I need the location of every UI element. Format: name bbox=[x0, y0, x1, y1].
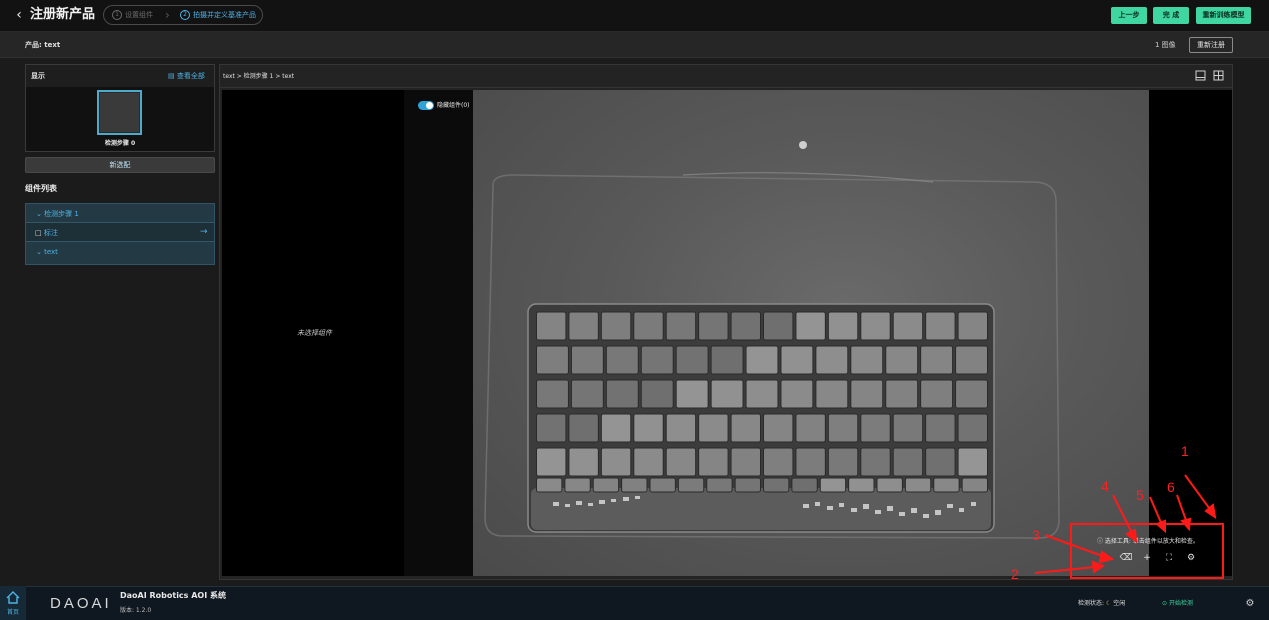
home-label: 首页 bbox=[6, 609, 19, 616]
toggle-knob bbox=[426, 102, 433, 109]
tree-item-step[interactable]: ⌄ 检测步骤 1 bbox=[36, 209, 79, 219]
play-icon: ⊙ bbox=[1162, 600, 1169, 607]
thumbnail-caption: 检测步骤 0 bbox=[104, 140, 136, 147]
moon-icon: ☾ bbox=[1105, 600, 1112, 607]
hide-components-label: 隐藏组件(0) bbox=[437, 102, 470, 109]
chevron-down-icon: ⌄ bbox=[36, 210, 45, 218]
step-1-number: 1 bbox=[112, 10, 122, 20]
step-separator-icon: › bbox=[165, 8, 170, 22]
retrain-model-button[interactable]: 重新训练模型 bbox=[1196, 7, 1251, 24]
step-1-label: 设置组件 bbox=[125, 11, 153, 19]
product-bar bbox=[0, 32, 1269, 58]
grid-icon: ▤ bbox=[168, 72, 177, 80]
new-select-button[interactable]: 新选配 bbox=[25, 157, 215, 173]
component-list-title: 组件列表 bbox=[25, 184, 57, 193]
start-detection-label: 开始检测 bbox=[1168, 600, 1193, 607]
done-button[interactable]: 完 成 bbox=[1153, 7, 1189, 24]
annotation-label-3: 3 bbox=[1032, 527, 1040, 543]
view-all-label: 查看全部 bbox=[176, 72, 205, 80]
status-value: 空闲 bbox=[1113, 600, 1126, 607]
daoai-logo: DAOAI bbox=[50, 595, 112, 612]
step-2-label: 拍摄并定义基准产品 bbox=[193, 11, 256, 19]
settings-gear-icon[interactable]: ⚙ bbox=[1244, 598, 1256, 610]
start-detection-button[interactable]: ⊙ 开始检测 bbox=[1162, 599, 1193, 608]
viewer-toolbar bbox=[220, 65, 1232, 88]
chevron-down-icon: ⌄ bbox=[36, 248, 45, 256]
tree-item-text[interactable]: ⌄ text bbox=[36, 247, 58, 257]
tree-item-annotation-label: 标注 bbox=[43, 229, 58, 237]
step-2-number: 2 bbox=[180, 10, 190, 20]
display-title: 显示 bbox=[31, 72, 45, 80]
annotation-label-6: 6 bbox=[1167, 479, 1175, 495]
reregister-button[interactable]: 重新注册 bbox=[1189, 37, 1233, 53]
annotation-label-5: 5 bbox=[1136, 487, 1144, 503]
page-title: 注册新产品 bbox=[30, 7, 96, 22]
home-icon bbox=[6, 591, 20, 604]
product-label: 产品: text bbox=[25, 41, 61, 49]
annotation-label-4: 4 bbox=[1101, 478, 1109, 494]
prev-button[interactable]: 上一步 bbox=[1111, 7, 1147, 24]
annotation-label-1: 1 bbox=[1181, 443, 1189, 459]
image-count: 1 图像 bbox=[1155, 41, 1176, 49]
detection-status: 检测状态: ☾ 空闲 bbox=[1078, 599, 1125, 608]
view-all-link[interactable]: ▤ 查看全部 bbox=[168, 71, 205, 81]
no-selection-text: 未选择组件 bbox=[297, 329, 332, 337]
step-2[interactable]: 2 拍摄并定义基准产品 bbox=[180, 7, 256, 23]
single-view-icon[interactable] bbox=[1195, 70, 1206, 81]
status-label: 检测状态: bbox=[1078, 600, 1105, 607]
step-1[interactable]: 1 设置组件 bbox=[112, 7, 153, 23]
thumbnail-image bbox=[100, 93, 139, 132]
annotation-arrows bbox=[1034, 474, 1217, 574]
arrow-right-icon[interactable]: → bbox=[200, 227, 208, 237]
tree-item-text-label: text bbox=[44, 248, 58, 256]
tree-item-annotation[interactable]: □ 标注 bbox=[35, 228, 58, 238]
square-icon: □ bbox=[35, 229, 44, 237]
back-arrow-icon[interactable]: ‹ bbox=[12, 6, 26, 24]
breadcrumb: text > 检测步骤 1 > text bbox=[223, 73, 295, 80]
annotation-label-2: 2 bbox=[1011, 566, 1019, 582]
version-text: 版本: 1.2.0 bbox=[120, 607, 152, 614]
grid-view-icon[interactable] bbox=[1213, 70, 1224, 81]
tree-item-step-label: 检测步骤 1 bbox=[44, 210, 79, 218]
system-title: DaoAI Robotics AOI 系统 bbox=[120, 591, 226, 600]
image-margin-left bbox=[404, 90, 473, 576]
app-root: ‹ 注册新产品 1 设置组件 › 2 拍摄并定义基准产品 上一步 完 成 重新训练模… bbox=[0, 0, 1269, 620]
